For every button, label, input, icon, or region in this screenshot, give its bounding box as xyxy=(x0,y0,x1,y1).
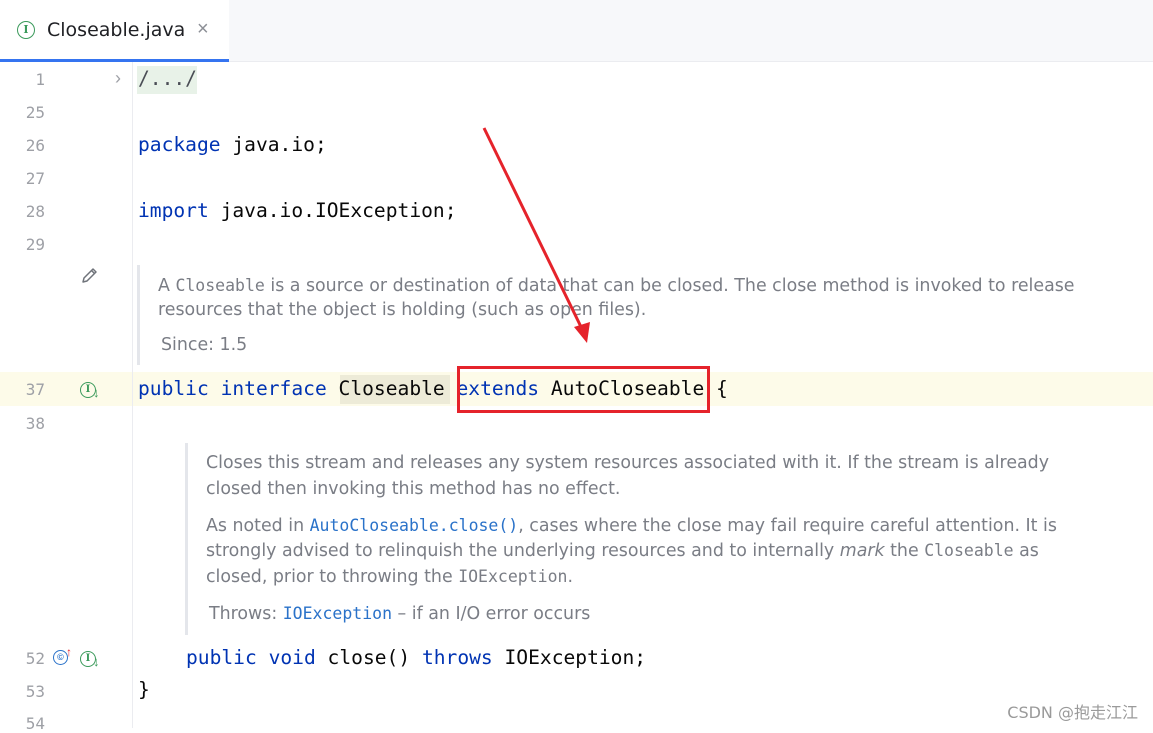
annotation-arrow xyxy=(482,127,590,343)
watermark: CSDN @抱走江江 xyxy=(1007,703,1138,722)
